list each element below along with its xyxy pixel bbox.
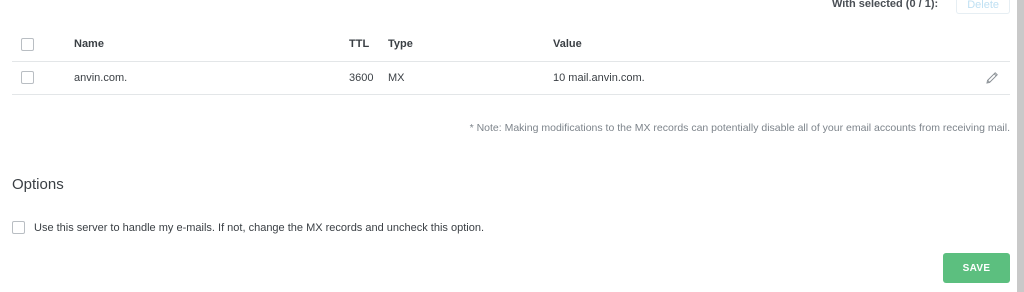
select-all-checkbox[interactable]	[21, 37, 34, 51]
table-row: anvin.com. 3600 MX 10 mail.anvin.com.	[12, 61, 1010, 95]
record-type: MX	[388, 61, 553, 95]
mx-warning-note: * Note: Making modifications to the MX r…	[469, 122, 1010, 134]
row-checkbox[interactable]	[21, 71, 34, 84]
handle-email-checkbox[interactable]	[12, 221, 25, 234]
handle-email-label[interactable]: Use this server to handle my e-mails. If…	[34, 222, 484, 234]
select-all-cell	[12, 28, 74, 62]
selected-count-label: With selected (0 / 1):	[831, 0, 939, 10]
column-header-value[interactable]: Value	[553, 28, 970, 62]
options-heading: Options	[12, 176, 64, 193]
record-value: 10 mail.anvin.com.	[553, 61, 970, 95]
page-scrollbar[interactable]	[1017, 0, 1024, 292]
save-button[interactable]: SAVE	[943, 253, 1010, 283]
pencil-icon[interactable]	[984, 70, 1000, 86]
handle-email-option[interactable]: Use this server to handle my e-mails. If…	[12, 221, 484, 234]
column-header-actions	[970, 28, 1010, 62]
row-select-cell	[12, 61, 74, 95]
column-header-ttl[interactable]: TTL	[349, 28, 388, 62]
dns-records-table: Name TTL Type Value anvin.com. 3600 MX 1…	[12, 28, 1010, 95]
column-header-name[interactable]: Name	[74, 28, 349, 62]
delete-button[interactable]: Delete	[956, 0, 1010, 14]
table-header-row: Name TTL Type Value	[12, 28, 1010, 62]
record-ttl: 3600	[349, 61, 388, 95]
bulk-actions-bar: With selected (0 / 1): Delete	[832, 0, 1010, 14]
record-name: anvin.com.	[74, 61, 349, 95]
column-header-type[interactable]: Type	[388, 28, 553, 62]
row-actions-cell	[970, 61, 1010, 95]
